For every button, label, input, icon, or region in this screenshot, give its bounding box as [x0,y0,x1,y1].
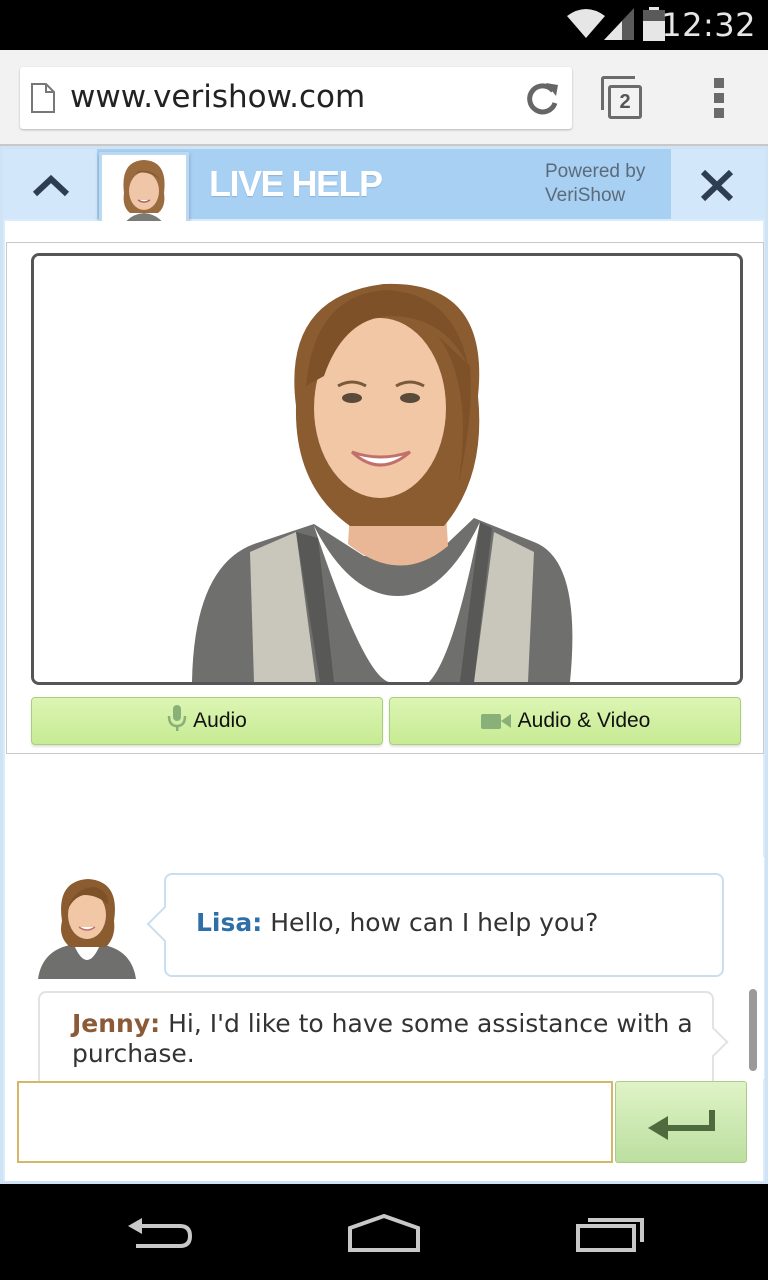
home-icon[interactable] [346,1212,422,1252]
status-bar: 12:32 [0,0,768,50]
chat-message-jenny: Jenny: Hi, I'd like to have some assista… [38,991,729,1081]
widget-header: LIVE HELP Powered by VeriShow [3,149,765,238]
url-text[interactable]: www.verishow.com [70,79,365,115]
message-text: Hi, I'd like to have some assistance wit… [72,1009,693,1068]
browser-toolbar: www.verishow.com 2 [0,50,768,146]
enter-arrow-icon [648,1110,715,1140]
lisa-avatar [34,875,140,979]
audio-call-button[interactable]: Audio [31,697,383,745]
video-camera-icon [480,714,511,729]
live-help-widget: LIVE HELP Powered by VeriShow Audio Audi… [0,146,768,1184]
chevron-up-icon [32,174,70,197]
chat-transcript[interactable]: Lisa: Hello, how can I help you? Jenny: … [6,857,764,1081]
back-icon[interactable] [124,1214,196,1254]
tab-switcher-button[interactable]: 2 [600,74,648,122]
close-button[interactable] [671,149,765,219]
video-panel: Audio Audio & Video [6,242,764,754]
send-button[interactable] [615,1081,747,1163]
chat-message-input[interactable] [17,1081,613,1163]
chat-input-row [17,1081,749,1163]
agent-video [31,253,743,685]
wifi-icon [567,9,605,38]
overflow-menu-button[interactable] [708,76,732,120]
page-icon [31,83,55,113]
close-icon [700,169,734,202]
recent-apps-icon[interactable] [574,1212,648,1254]
system-nav-bar [0,1184,768,1280]
reload-icon[interactable] [522,79,562,119]
tab-count: 2 [608,85,642,119]
chat-message-lisa: Lisa: Hello, how can I help you? [164,873,724,977]
audio-video-call-button[interactable]: Audio & Video [389,697,741,745]
sender-name: Jenny: [72,1009,161,1038]
chat-scrollbar[interactable] [749,989,757,1071]
sender-name: Lisa: [196,908,263,937]
microphone-icon [167,705,187,731]
clock: 12:32 [661,6,756,44]
collapse-button[interactable] [3,149,97,219]
widget-title: LIVE HELP [209,163,383,204]
powered-by-label: Powered by VeriShow [545,161,646,206]
message-text: Hello, how can I help you? [270,908,599,937]
agent-video-image [34,256,740,682]
cell-signal-icon [604,8,634,40]
address-bar[interactable]: www.verishow.com [20,67,572,129]
